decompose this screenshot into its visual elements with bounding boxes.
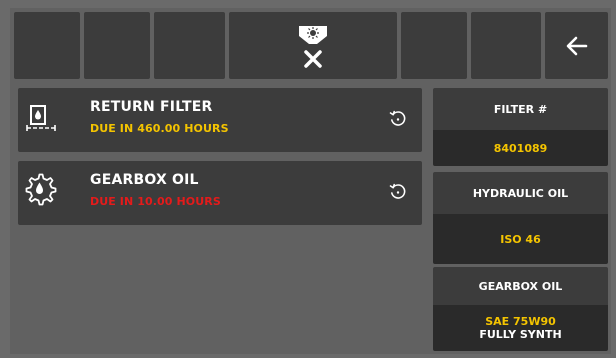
- hydraulic-oil-value: ISO 46: [433, 214, 608, 264]
- maintenance-screen: RETURN FILTER DUE IN 460.00 HOURS GEARBO…: [10, 8, 611, 354]
- hydraulic-oil-text: ISO 46: [500, 232, 541, 246]
- task-row-gearbox-oil[interactable]: GEARBOX OIL DUE IN 10.00 HOURS: [18, 161, 422, 225]
- clear-filter-button[interactable]: [229, 12, 397, 79]
- gearbox-oil-label: GEARBOX OIL: [433, 267, 608, 305]
- toolbar-button-1[interactable]: [14, 12, 80, 79]
- filter-icon: [26, 105, 56, 131]
- filter-clear-icon: [299, 25, 327, 68]
- task-due-status: DUE IN 10.00 HOURS: [90, 195, 221, 208]
- filter-number-label: FILTER #: [433, 88, 608, 130]
- toolbar-button-2[interactable]: [84, 12, 150, 79]
- reset-icon[interactable]: [388, 182, 408, 202]
- filter-number-value: 8401089: [433, 130, 608, 166]
- task-title: RETURN FILTER: [90, 99, 213, 115]
- toolbar-button-3[interactable]: [154, 12, 225, 79]
- gear-oil-icon: [25, 173, 57, 206]
- back-button[interactable]: [545, 12, 608, 79]
- toolbar-button-5[interactable]: [401, 12, 467, 79]
- gearbox-oil-text-line1: SAE 75W90: [485, 315, 556, 328]
- reset-icon[interactable]: [388, 109, 408, 129]
- task-title: GEARBOX OIL: [90, 172, 199, 188]
- back-arrow-icon: [566, 36, 587, 55]
- gearbox-oil-text-line2: FULLY SYNTH: [479, 328, 562, 341]
- task-due-status: DUE IN 460.00 HOURS: [90, 122, 229, 135]
- hydraulic-oil-label: HYDRAULIC OIL: [433, 172, 608, 214]
- gearbox-oil-value: SAE 75W90 FULLY SYNTH: [433, 305, 608, 351]
- toolbar-button-6[interactable]: [471, 12, 541, 79]
- task-row-return-filter[interactable]: RETURN FILTER DUE IN 460.00 HOURS: [18, 88, 422, 152]
- filter-number-text: 8401089: [493, 141, 548, 155]
